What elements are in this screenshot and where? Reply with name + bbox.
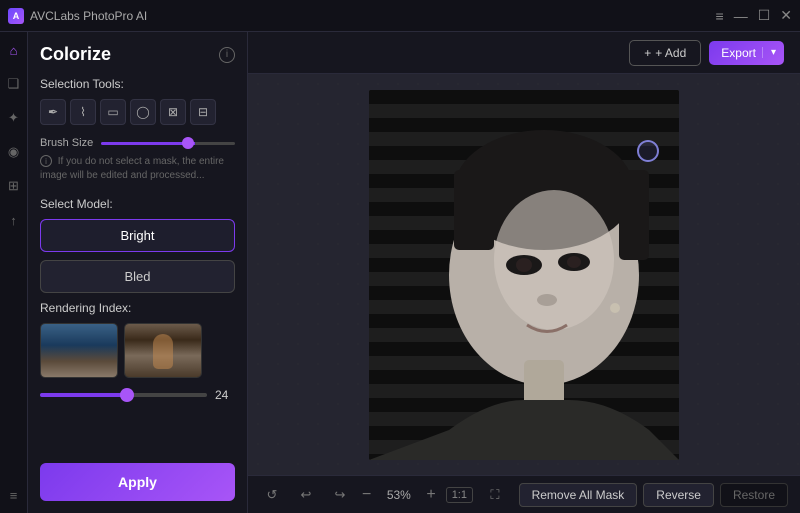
render-slider-row: 24 — [40, 388, 235, 402]
zoom-preset-btn[interactable]: 1:1 — [446, 487, 473, 503]
add-label: + Add — [655, 46, 686, 60]
rendering-index-slider[interactable] — [40, 393, 207, 397]
bottom-toolbar-right: Remove All Mask Reverse Restore — [519, 483, 788, 507]
plugins-icon[interactable]: ⊞ — [4, 176, 24, 196]
zoom-minus-icon[interactable]: − — [362, 486, 371, 504]
fullscreen-icon[interactable]: ⛶ — [483, 483, 507, 507]
canvas-area: + + Add Export ▾ — [248, 32, 800, 513]
redo-icon[interactable]: ↪ — [328, 483, 352, 507]
pen-tool-btn[interactable]: ✒ — [40, 99, 66, 125]
rendering-index-label: Rendering Index: — [40, 301, 235, 315]
hint-text: i If you do not select a mask, the entir… — [40, 155, 235, 183]
plus-icon: + — [644, 46, 651, 60]
image-viewport[interactable] — [248, 74, 800, 475]
menu-icon[interactable]: ≡ — [716, 8, 724, 24]
bottom-toolbar-left: ↺ ↩ ↪ − 53% + 1:1 ⛶ — [260, 483, 511, 507]
top-bar: + + Add Export ▾ — [248, 32, 800, 74]
rect-select-btn[interactable]: ▭ — [100, 99, 126, 125]
model-bled-btn[interactable]: Bled — [40, 260, 235, 293]
apply-button[interactable]: Apply — [40, 463, 235, 501]
thumbnail-person — [124, 323, 202, 378]
titlebar: A AVCLabs PhotoPro AI ≡ — ☐ ✕ — [0, 0, 800, 32]
circle-indicator — [637, 140, 659, 162]
effects-icon[interactable]: ✦ — [4, 108, 24, 128]
subtract-btn[interactable]: ⊟ — [190, 99, 216, 125]
ellipse-select-btn[interactable]: ◯ — [130, 99, 156, 125]
main-image — [369, 90, 679, 460]
magic-wand-btn[interactable]: ⊠ — [160, 99, 186, 125]
brush-size-row: Brush Size — [40, 137, 235, 149]
zoom-level: 53% — [381, 488, 416, 502]
thumb-mountain-img — [41, 324, 117, 377]
export-button[interactable]: Export ▾ — [709, 41, 784, 65]
export-rail-icon[interactable]: ↑ — [4, 210, 24, 230]
sidebar-title: Colorize — [40, 44, 111, 65]
titlebar-left: A AVCLabs PhotoPro AI — [8, 8, 147, 24]
lasso-tool-btn[interactable]: ⌇ — [70, 99, 96, 125]
thumb-person-img — [125, 324, 201, 377]
hint-icon: i — [40, 155, 52, 167]
minimize-icon[interactable]: — — [734, 8, 748, 24]
info-icon[interactable]: i — [219, 47, 235, 63]
brush-size-thumb[interactable] — [182, 137, 194, 149]
rendering-thumbnails — [40, 323, 235, 378]
selection-tools-label: Selection Tools: — [40, 77, 235, 91]
brush-size-label: Brush Size — [40, 137, 93, 149]
export-arrow-icon[interactable]: ▾ — [762, 47, 784, 58]
layers-icon[interactable]: ❑ — [4, 74, 24, 94]
undo-icon[interactable]: ↩ — [294, 483, 318, 507]
home-icon[interactable]: ⌂ — [4, 40, 24, 60]
app-title: AVCLabs PhotoPro AI — [30, 9, 147, 23]
reverse-button[interactable]: Reverse — [643, 483, 714, 507]
window-controls[interactable]: ≡ — ☐ ✕ — [716, 7, 792, 24]
brush-size-slider[interactable] — [101, 142, 235, 145]
close-icon[interactable]: ✕ — [780, 7, 792, 24]
zoom-plus-icon[interactable]: + — [426, 486, 435, 504]
remove-mask-button[interactable]: Remove All Mask — [519, 483, 638, 507]
app-logo: A — [8, 8, 24, 24]
sidebar-panel: Colorize i Selection Tools: ✒ ⌇ ▭ ◯ ⊠ ⊟ … — [28, 32, 248, 513]
add-button[interactable]: + + Add — [629, 40, 701, 66]
icon-rail: ⌂ ❑ ✦ ◉ ⊞ ↑ ≡ — [0, 32, 28, 513]
bottom-bar: ↺ ↩ ↪ − 53% + 1:1 ⛶ Remove All Mask Reve… — [248, 475, 800, 513]
rendering-index-value: 24 — [215, 388, 235, 402]
select-model-label: Select Model: — [40, 197, 235, 211]
app-body: ⌂ ❑ ✦ ◉ ⊞ ↑ ≡ Colorize i Selection Tools… — [0, 32, 800, 513]
rendering-index-thumb[interactable] — [120, 388, 134, 402]
export-label: Export — [721, 46, 762, 60]
restore-button[interactable]: Restore — [720, 483, 788, 507]
settings-icon[interactable]: ≡ — [4, 485, 24, 505]
face-icon[interactable]: ◉ — [4, 142, 24, 162]
model-bright-btn[interactable]: Bright — [40, 219, 235, 252]
selection-tools-row: ✒ ⌇ ▭ ◯ ⊠ ⊟ — [40, 99, 235, 125]
sidebar-header: Colorize i — [40, 44, 235, 65]
refresh-icon[interactable]: ↺ — [260, 483, 284, 507]
portrait-image — [369, 90, 679, 460]
maximize-icon[interactable]: ☐ — [758, 7, 771, 24]
thumbnail-mountain — [40, 323, 118, 378]
